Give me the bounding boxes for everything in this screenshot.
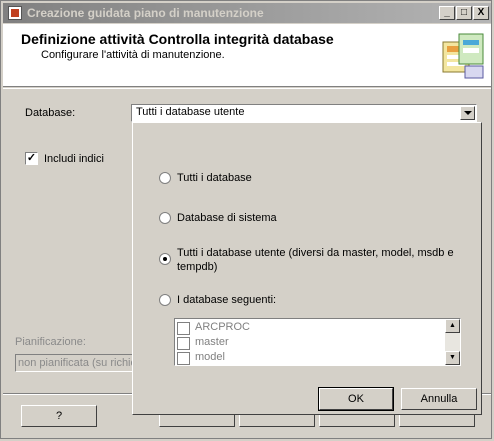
footer-button-hidden-2 (239, 415, 315, 427)
window-title: Creazione guidata piano di manutenzione (27, 6, 264, 20)
schedule-label: Pianificazione: (15, 336, 86, 348)
radio-all-databases-label[interactable]: Tutti i database (177, 172, 252, 184)
schedule-value: non pianificata (su richie (18, 357, 133, 369)
list-item: ARCPROC (177, 321, 445, 336)
radio-user-databases[interactable] (159, 253, 171, 265)
scroll-down-icon[interactable]: ▼ (445, 351, 460, 365)
database-combo[interactable]: Tutti i database utente (131, 104, 477, 122)
cancel-button[interactable]: Annulla (401, 388, 477, 410)
list-item-label: model (195, 351, 225, 363)
page-title: Definizione attività Controlla integrità… (21, 31, 334, 47)
app-icon (8, 6, 22, 20)
radio-system-databases-label[interactable]: Database di sistema (177, 212, 277, 224)
list-scrollbar[interactable]: ▲ ▼ (445, 319, 460, 365)
list-item-checkbox (177, 352, 190, 365)
database-combo-value: Tutti i database utente (136, 106, 245, 118)
database-selection-popup: Tutti i database Database di sistema Tut… (132, 122, 482, 415)
list-item: model (177, 351, 445, 365)
footer-button-hidden-4 (399, 415, 475, 427)
close-button[interactable]: X (473, 6, 489, 20)
minimize-button[interactable]: _ (439, 6, 455, 20)
list-item-checkbox (177, 337, 190, 350)
radio-following-databases-label[interactable]: I database seguenti: (177, 294, 276, 306)
radio-user-databases-label[interactable]: Tutti i database utente (diversi da mast… (177, 247, 454, 259)
database-label: Database: (25, 107, 76, 119)
list-item-label: ARCPROC (195, 321, 251, 333)
wizard-window: Creazione guidata piano di manutenzione … (0, 0, 492, 439)
scroll-up-icon[interactable]: ▲ (445, 319, 460, 333)
help-button[interactable]: ? (21, 405, 97, 427)
footer-button-hidden-1 (159, 415, 235, 427)
header-divider (3, 88, 491, 89)
ok-button[interactable]: OK (318, 387, 394, 411)
radio-system-databases[interactable] (159, 212, 171, 224)
footer-button-hidden-3 (319, 415, 395, 427)
list-item-label: master (195, 336, 229, 348)
include-indexes-label: Includi indici (44, 153, 104, 165)
database-listbox[interactable]: ARCPROC master model ▲ ▼ (174, 318, 461, 366)
wizard-header: Definizione attività Controlla integrità… (3, 24, 491, 87)
radio-following-databases[interactable] (159, 294, 171, 306)
chevron-down-icon[interactable] (460, 106, 475, 120)
include-indexes-checkbox[interactable]: ✓ (25, 152, 38, 165)
radio-user-databases-label-cont[interactable]: tempdb) (177, 261, 217, 273)
list-item: master (177, 336, 445, 351)
list-item-checkbox (177, 322, 190, 335)
radio-all-databases[interactable] (159, 172, 171, 184)
schedule-field: non pianificata (su richie (15, 354, 133, 372)
page-subtitle: Configurare l'attività di manutenzione. (41, 49, 225, 61)
wizard-illustration-icon (442, 33, 484, 79)
title-bar[interactable]: Creazione guidata piano di manutenzione … (3, 3, 491, 23)
maximize-button[interactable]: □ (456, 6, 472, 20)
